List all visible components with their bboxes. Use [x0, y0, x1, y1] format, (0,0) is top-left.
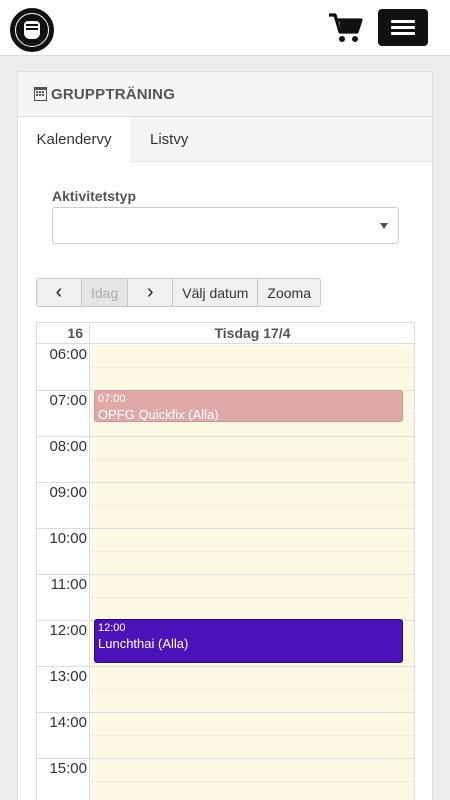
tab-listvy[interactable]: Listvy — [150, 117, 188, 162]
half-hour-line — [91, 735, 414, 736]
time-label: 15:00 — [49, 760, 87, 777]
week-number: 16 — [37, 323, 90, 344]
calendar-event[interactable]: 12:00 Lunchthai (Alla) — [94, 619, 403, 663]
hour-line — [37, 758, 414, 759]
half-hour-line — [91, 459, 414, 460]
calendar-event[interactable]: 07:00 OPFG Quickfix (Alla) — [94, 390, 403, 422]
activity-type-label: Aktivitetstyp — [52, 188, 137, 204]
cart-icon[interactable] — [328, 12, 364, 44]
calendar-body: 06:00 07:00 08:00 09:00 10:00 11:00 12:0… — [37, 345, 414, 800]
hamburger-line — [391, 32, 415, 35]
half-hour-line — [91, 689, 414, 690]
time-label: 13:00 — [49, 668, 87, 685]
hour-line — [37, 712, 414, 713]
hour-line — [37, 666, 414, 667]
half-hour-line — [91, 781, 414, 782]
time-label: 10:00 — [49, 530, 87, 547]
event-title: OPFG Quickfix (Alla) — [98, 407, 219, 422]
panel-title: GRUPPTRÄNING — [51, 85, 176, 103]
half-hour-line — [91, 367, 414, 368]
day-heading: Tisdag 17/4 — [214, 325, 291, 341]
half-hour-line — [91, 551, 414, 552]
hour-line — [37, 436, 414, 437]
calendar-header: 16 Tisdag 17/4 — [37, 323, 414, 344]
half-hour-line — [91, 597, 414, 598]
zoom-button[interactable]: Zooma — [257, 278, 321, 307]
hamburger-line — [391, 26, 415, 29]
calendar-toolbar: ‹ Idag › Välj datum Zooma — [36, 278, 321, 307]
fist-icon — [24, 21, 40, 39]
event-time: 07:00 — [98, 393, 126, 405]
event-title: Lunchthai (Alla) — [98, 636, 189, 651]
today-button[interactable]: Idag — [81, 278, 129, 307]
group-training-panel: GRUPPTRÄNING Kalendervy Listvy Aktivitet… — [17, 71, 433, 800]
half-hour-line — [91, 505, 414, 506]
hour-line — [37, 528, 414, 529]
prev-button[interactable]: ‹ — [36, 278, 82, 307]
hamburger-menu-button[interactable] — [378, 9, 428, 46]
panel-header: GRUPPTRÄNING — [18, 72, 432, 117]
time-label: 14:00 — [49, 714, 87, 731]
event-time: 12:00 — [98, 622, 126, 634]
time-label: 08:00 — [49, 438, 87, 455]
choose-date-button[interactable]: Välj datum — [172, 278, 259, 307]
time-label: 09:00 — [49, 484, 87, 501]
next-button[interactable]: › — [127, 278, 174, 307]
time-column — [37, 345, 90, 800]
hour-line — [37, 482, 414, 483]
top-bar — [0, 0, 450, 56]
hour-line — [37, 574, 414, 575]
dropdown-caret-icon — [380, 223, 388, 229]
club-logo[interactable] — [10, 8, 54, 52]
view-tabs: Kalendervy Listvy — [18, 117, 432, 163]
hamburger-menu-icon — [391, 20, 415, 23]
activity-type-select[interactable] — [52, 207, 399, 244]
time-label: 11:00 — [50, 576, 87, 593]
calendar-icon — [34, 87, 47, 101]
time-label: 06:00 — [49, 346, 87, 363]
time-label: 07:00 — [49, 392, 87, 409]
day-calendar: 16 Tisdag 17/4 06:00 07:00 08:00 09:00 1… — [36, 322, 415, 800]
time-label: 12:00 — [49, 622, 87, 639]
tab-kalendervy[interactable]: Kalendervy — [18, 117, 130, 163]
